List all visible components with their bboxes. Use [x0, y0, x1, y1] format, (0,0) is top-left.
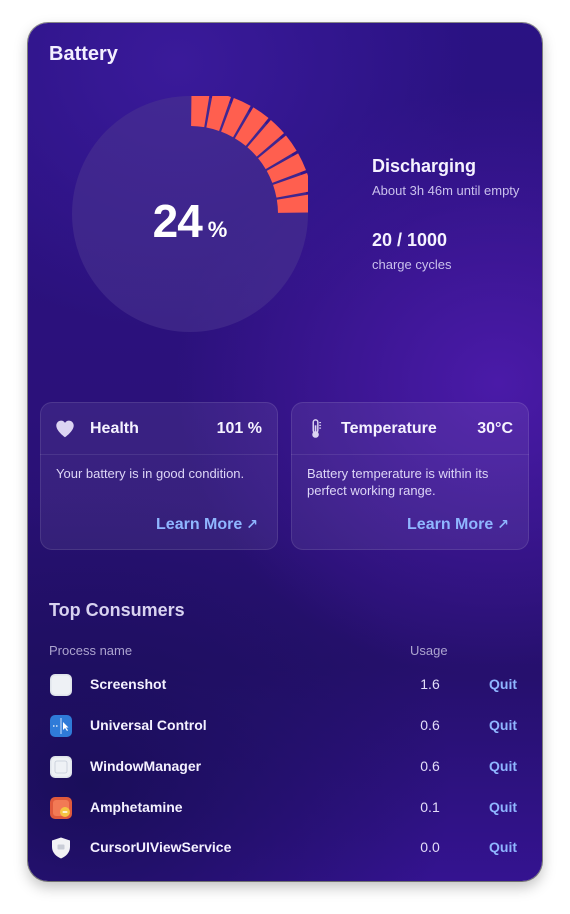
health-value: 101 %: [216, 420, 262, 437]
cycles-label: charge cycles: [372, 257, 452, 272]
amphetamine-icon: [50, 797, 72, 819]
temperature-learn-more-label: Learn More: [407, 516, 494, 533]
process-name: Universal Control: [90, 717, 207, 733]
health-card-header: Health 101 %: [40, 402, 278, 455]
temperature-card: Temperature 30°C Battery temperature is …: [291, 402, 529, 550]
quit-button[interactable]: Quit: [489, 839, 517, 855]
health-description: Your battery is in good condition.: [56, 466, 245, 481]
table-row: CursorUIViewService 0.0 Quit: [28, 828, 542, 868]
process-name: Amphetamine: [90, 799, 183, 815]
discharge-status: Discharging About 3h 46m until empty: [372, 156, 532, 199]
process-name: Screenshot: [90, 676, 167, 692]
quit-button[interactable]: Quit: [489, 799, 517, 815]
process-name: CursorUIViewService: [90, 839, 232, 855]
health-learn-more-label: Learn More: [156, 516, 243, 533]
quit-button[interactable]: Quit: [489, 717, 517, 733]
arrow-up-right-icon: ↗: [497, 516, 509, 532]
temperature-learn-more-link[interactable]: Learn More ↗: [407, 516, 509, 534]
quit-button[interactable]: Quit: [489, 676, 517, 692]
thermometer-icon: [312, 419, 322, 438]
table-row: Universal Control 0.6 Quit: [28, 706, 542, 746]
process-usage: 0.0: [420, 839, 440, 855]
table-row: WindowManager 0.6 Quit: [28, 747, 542, 787]
screenshot-icon: [50, 674, 72, 696]
health-card: Health 101 % Your battery is in good con…: [40, 402, 278, 550]
process-name: WindowManager: [90, 758, 202, 774]
process-usage: 0.6: [420, 758, 440, 774]
process-usage: 0.1: [420, 799, 440, 815]
battery-percent: 24: [152, 195, 203, 247]
usage-header: Usage: [410, 643, 448, 658]
charge-cycles: 20 / 1000 charge cycles: [372, 230, 451, 272]
heart-icon: [56, 420, 74, 438]
temperature-title: Temperature: [341, 420, 437, 437]
battery-panel: Battery 24% Discharging About 3h 46m unt…: [28, 23, 542, 881]
health-title: Health: [90, 420, 139, 437]
table-row: Amphetamine 0.1 Quit: [28, 788, 542, 828]
window-manager-icon: [50, 756, 72, 778]
temperature-value: 30°C: [477, 420, 513, 437]
top-consumers-title: Top Consumers: [49, 600, 185, 620]
process-usage: 0.6: [420, 717, 440, 733]
table-row: Screenshot 1.6 Quit: [28, 665, 542, 705]
health-learn-more-link[interactable]: Learn More ↗: [156, 516, 258, 534]
status-time-remaining: About 3h 46m until empty: [372, 183, 520, 198]
shield-icon: [52, 837, 70, 859]
panel-title: Battery: [49, 43, 118, 65]
universal-control-icon: [50, 715, 72, 737]
temperature-card-header: Temperature 30°C: [291, 402, 529, 455]
process-usage: 1.6: [420, 676, 440, 692]
gauge-readout: 24%: [72, 194, 308, 248]
battery-percent-unit: %: [207, 217, 228, 242]
cycles-value: 20 / 1000: [372, 230, 448, 250]
quit-button[interactable]: Quit: [489, 758, 517, 774]
temperature-description: Battery temperature is within its perfec…: [307, 466, 489, 498]
status-state: Discharging: [372, 156, 477, 176]
process-name-header: Process name: [49, 643, 133, 658]
battery-gauge: 24%: [72, 90, 314, 332]
arrow-up-right-icon: ↗: [246, 516, 258, 532]
